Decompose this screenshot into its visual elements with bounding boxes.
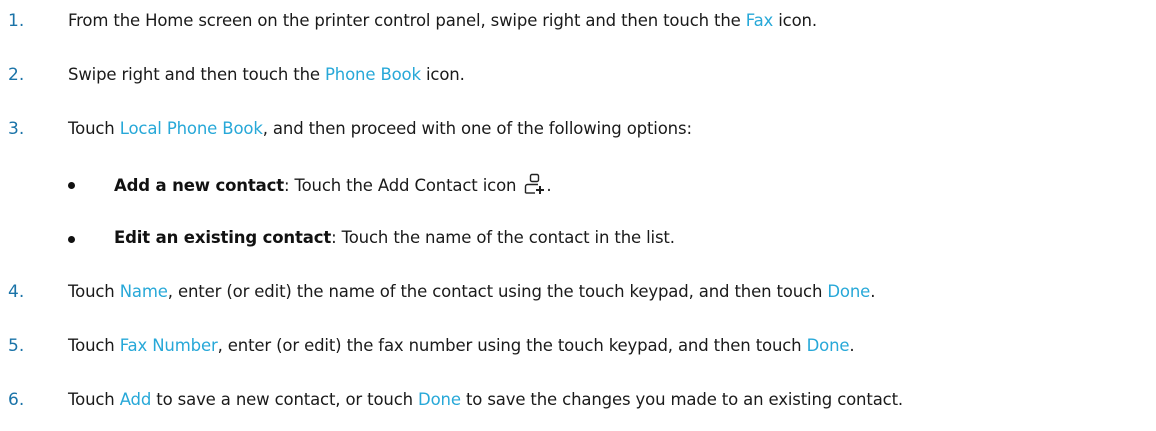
step-text-part: , enter (or edit) the name of the contac… [167,282,828,301]
done-link[interactable]: Done [807,336,850,355]
step-text-part: Touch [68,390,120,409]
step-number: 3. [8,119,25,139]
step-text-part: Touch [68,119,120,138]
option-text: Edit an existing contact: Touch the name… [114,227,675,249]
phone-book-link[interactable]: Phone Book [325,65,421,84]
option-text: Add a new contact: Touch the Add Contact… [114,173,552,201]
step-text-part: . [849,336,855,355]
bullet-icon [68,182,75,189]
step-text: Touch Local Phone Book, and then proceed… [68,118,692,140]
step-number: 6. [8,390,25,410]
step-text-part: icon. [420,65,465,84]
option-description: : Touch the Add Contact icon [283,176,522,195]
step-text: Touch Fax Number, enter (or edit) the fa… [68,335,855,357]
step-number: 1. [8,11,25,31]
step-text-part: , enter (or edit) the fax number using t… [217,336,807,355]
step-text-part: Touch [68,282,120,301]
step-text: Touch Add to save a new contact, or touc… [68,389,903,411]
step-text: Swipe right and then touch the Phone Boo… [68,64,465,86]
step-text: Touch Name, enter (or edit) the name of … [68,281,875,303]
bullet-icon [68,236,75,243]
step-text-part: From the Home screen on the printer cont… [68,11,746,30]
name-link[interactable]: Name [120,282,168,301]
step-text-part: to save a new contact, or touch [151,390,419,409]
step-text-part: Touch [68,336,120,355]
step-text-part: , and then proceed with one of the follo… [262,119,692,138]
local-phone-book-link[interactable]: Local Phone Book [120,119,263,138]
option-title: Edit an existing contact [114,228,332,247]
step-text-part: Swipe right and then touch the [68,65,325,84]
step-number: 2. [8,65,25,85]
option-text-part: . [546,176,552,195]
done-link[interactable]: Done [418,390,461,409]
step-number: 4. [8,282,25,302]
done-link[interactable]: Done [827,282,870,301]
add-link[interactable]: Add [120,390,152,409]
step-text-part: icon. [773,11,817,30]
step-text-part: to save the changes you made to an exist… [460,390,903,409]
instruction-list: 1. From the Home screen on the printer c… [0,0,1156,431]
add-contact-icon [524,173,546,201]
step-text-part: . [870,282,876,301]
fax-number-link[interactable]: Fax Number [120,336,218,355]
option-title: Add a new contact [114,176,284,195]
option-description: : Touch the name of the contact in the l… [331,228,675,247]
step-number: 5. [8,336,25,356]
step-text: From the Home screen on the printer cont… [68,10,817,32]
fax-link[interactable]: Fax [746,11,774,30]
